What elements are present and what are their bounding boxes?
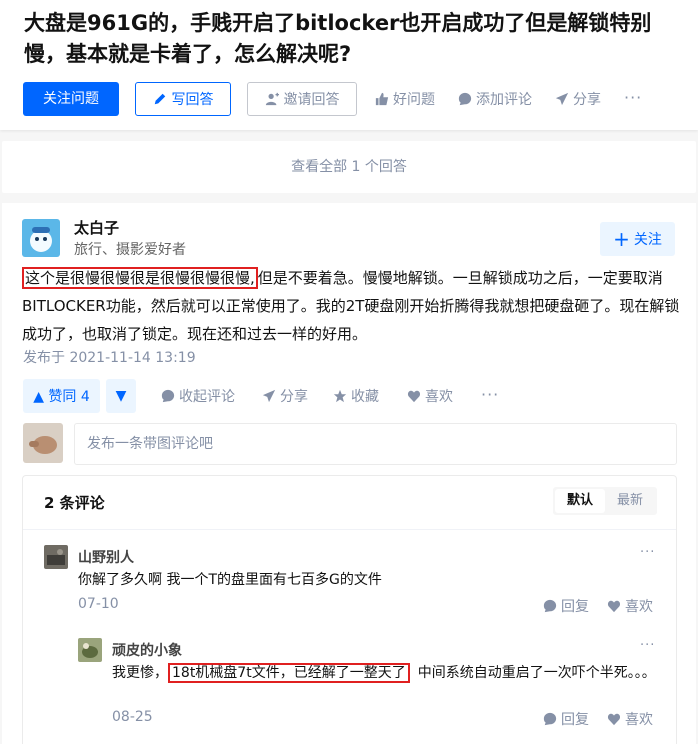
favorite-label: 收藏	[351, 389, 379, 405]
add-comment-label: 添加评论	[476, 92, 532, 108]
commenter-name[interactable]: 山野别人	[78, 547, 134, 567]
comment-icon	[543, 712, 557, 726]
comment-input[interactable]: 发布一条带图评论吧	[74, 423, 677, 465]
comment-sort-toggle: 默认 最新	[553, 487, 657, 515]
comment-text: 你解了多久啊 我一个T的盘里面有七百多G的文件	[78, 572, 382, 588]
invite-answer-label: 邀请回答	[283, 92, 340, 108]
comment-date: 08-25	[112, 709, 153, 725]
comment-icon	[161, 389, 175, 403]
my-avatar-image	[23, 423, 63, 463]
sort-default-tab[interactable]: 默认	[555, 489, 605, 513]
commenter-avatar[interactable]	[78, 638, 102, 662]
comment-more-icon[interactable]: ···	[640, 638, 655, 653]
share-question-button[interactable]: 分享	[555, 82, 601, 116]
invite-answer-button[interactable]: 邀请回答	[247, 82, 357, 116]
star-icon	[333, 389, 347, 403]
like-comment-label: 喜欢	[625, 599, 653, 615]
collapse-comments-label: 收起评论	[179, 389, 235, 405]
like-comment-button[interactable]: 喜欢	[607, 709, 653, 729]
share-answer-label: 分享	[280, 389, 308, 405]
plus-icon: +	[613, 227, 630, 251]
highlighted-text: 这个是很慢很慢很是很慢很慢很慢,	[22, 267, 258, 289]
like-comment-label: 喜欢	[625, 712, 653, 728]
favorite-button[interactable]: 收藏	[333, 379, 379, 413]
share-answer-button[interactable]: 分享	[262, 379, 308, 413]
reply-label: 回复	[561, 599, 589, 615]
highlighted-text: 18t机械盘7t文件，已经解了一整天了	[168, 663, 410, 683]
view-all-answers-link[interactable]: 查看全部 1 个回答	[2, 141, 696, 193]
reply-button[interactable]: 回复	[543, 709, 589, 729]
heart-icon	[407, 390, 421, 403]
good-question-button[interactable]: 好问题	[375, 82, 435, 116]
sort-latest-tab[interactable]: 最新	[605, 489, 655, 513]
pencil-icon	[154, 93, 165, 105]
more-options-icon[interactable]: ···	[624, 88, 642, 107]
downvote-button[interactable]: ▼	[106, 379, 136, 413]
question-header: 大盘是961G的，手贱开启了bitlocker也开启成功了但是解锁特别慢，基本就…	[0, 0, 698, 130]
reply-label: 回复	[561, 712, 589, 728]
heart-icon	[607, 713, 621, 726]
commenter-avatar[interactable]	[44, 545, 68, 569]
thumbs-up-icon	[375, 92, 389, 106]
write-answer-button[interactable]: 写回答	[135, 82, 231, 116]
author-avatar[interactable]	[22, 219, 60, 257]
comment-text-start: 我更惨，	[112, 665, 168, 681]
commenter-name[interactable]: 顽皮的小象	[112, 640, 182, 660]
collapse-comments-button[interactable]: 收起评论	[161, 379, 235, 413]
add-comment-button[interactable]: 添加评论	[458, 82, 532, 116]
upvote-button[interactable]: ▲ 赞同 4	[23, 379, 100, 413]
my-avatar	[23, 423, 63, 463]
commenter-avatar-image	[44, 545, 68, 569]
like-comment-button[interactable]: 喜欢	[607, 596, 653, 616]
follow-author-button[interactable]: + 关注	[600, 222, 675, 256]
author-headline: 旅行、摄影爱好者	[74, 242, 186, 258]
write-answer-label: 写回答	[171, 92, 214, 108]
comment-more-icon[interactable]: ···	[640, 545, 655, 560]
question-title: 大盘是961G的，手贱开启了bitlocker也开启成功了但是解锁特别慢，基本就…	[24, 11, 652, 66]
author-name[interactable]: 太白子	[74, 217, 119, 238]
share-icon	[555, 92, 569, 106]
answer-content: 这个是很慢很慢很是很慢很慢很慢, 但是不要着急。慢慢地解锁。一旦解锁成功之后，一定…	[22, 264, 682, 348]
comments-count-title: 2 条评论	[44, 494, 105, 512]
follow-question-button[interactable]: 关注问题	[23, 82, 119, 116]
reply-button[interactable]: 回复	[543, 596, 589, 616]
divider	[23, 529, 676, 530]
answer-more-icon[interactable]: ···	[481, 385, 499, 404]
publish-time: 发布于 2021-11-14 13:19	[23, 350, 196, 366]
follow-author-label: 关注	[633, 232, 662, 248]
share-icon	[262, 389, 276, 403]
like-answer-button[interactable]: 喜欢	[407, 379, 453, 413]
good-question-label: 好问题	[393, 92, 435, 108]
share-question-label: 分享	[573, 92, 601, 108]
add-user-icon	[265, 92, 279, 106]
comment-icon	[458, 92, 472, 106]
author-avatar-image	[22, 219, 60, 257]
comment-icon	[543, 599, 557, 613]
comment-text: 我更惨， 18t机械盘7t文件，已经解了一整天了 中间系统自动重启了一次吓个半死。。…	[112, 661, 657, 685]
commenter-avatar-image	[78, 638, 102, 662]
comment-date: 07-10	[78, 596, 119, 612]
heart-icon	[607, 600, 621, 613]
comment-text-end: 中间系统自动重启了一次吓个半死。。。	[417, 665, 656, 681]
like-answer-label: 喜欢	[425, 389, 453, 405]
